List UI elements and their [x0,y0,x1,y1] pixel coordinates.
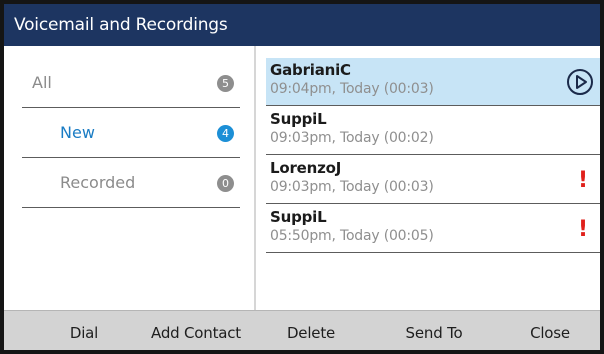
delete-button[interactable]: Delete [266,311,356,350]
message-time: 05:50pm, Today (00:05) [270,228,434,244]
message-time: 09:03pm, Today (00:02) [270,130,434,146]
message-time: 09:04pm, Today (00:03) [270,81,434,97]
send-to-button[interactable]: Send To [384,311,484,350]
add-contact-button[interactable]: Add Contact [136,311,256,350]
message-item[interactable]: LorenzoJ 09:03pm, Today (00:03) ! [266,156,600,204]
urgent-icon: ! [577,217,588,242]
count-badge: 0 [217,175,234,192]
close-button[interactable]: Close [510,311,590,350]
message-item[interactable]: SuppiL 09:03pm, Today (00:02) [266,107,600,155]
message-list: GabrianiC 09:04pm, Today (00:03) SuppiL … [256,46,600,310]
message-time: 09:03pm, Today (00:03) [270,179,434,195]
play-icon[interactable] [566,68,594,96]
caller-name: SuppiL [270,208,327,226]
softkey-bar: Dial Add Contact Delete Send To Close [4,310,600,350]
dial-button[interactable]: Dial [44,311,124,350]
category-label: New [60,123,95,142]
category-all[interactable]: All 5 [22,58,240,108]
message-item[interactable]: SuppiL 05:50pm, Today (00:05) ! [266,205,600,253]
category-label: Recorded [60,173,136,192]
caller-name: SuppiL [270,110,327,128]
caller-name: GabrianiC [270,61,351,79]
urgent-icon: ! [577,168,588,193]
category-new[interactable]: New 4 [22,108,240,158]
count-badge: 5 [217,75,234,92]
count-badge: 4 [217,125,234,142]
category-recorded[interactable]: Recorded 0 [22,158,240,208]
screen-title: Voicemail and Recordings [4,4,600,46]
category-label: All [32,73,52,92]
caller-name: LorenzoJ [270,159,342,177]
message-item[interactable]: GabrianiC 09:04pm, Today (00:03) [266,58,600,106]
category-list: All 5 New 4 Recorded 0 [4,46,254,310]
phone-screen: Voicemail and Recordings All 5 New 4 Rec… [0,0,604,354]
